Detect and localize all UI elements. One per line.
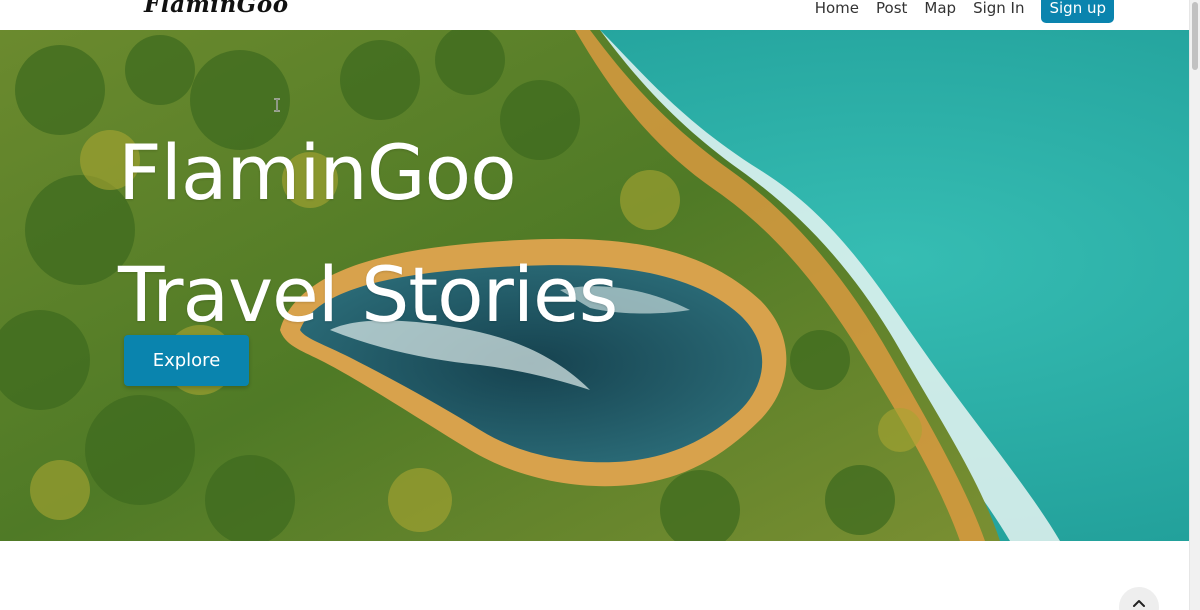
- chevron-up-icon: [1133, 600, 1145, 607]
- hero-title-line-1: FlaminGoo: [118, 128, 517, 217]
- back-to-top-button[interactable]: [1119, 587, 1159, 610]
- nav-link-post[interactable]: Post: [876, 0, 907, 17]
- nav-link-sign-in[interactable]: Sign In: [973, 0, 1024, 17]
- site-logo[interactable]: FlaminGoo: [144, 0, 289, 18]
- navbar: FlaminGoo Home Post Map Sign In Sign up: [0, 0, 1190, 30]
- nav-links: Home Post Map Sign In Sign up: [815, 0, 1114, 23]
- sign-up-button[interactable]: Sign up: [1041, 0, 1114, 23]
- page: FlaminGoo Home Post Map Sign In Sign up: [0, 0, 1200, 610]
- text-cursor-icon: [274, 98, 280, 112]
- nav-link-home[interactable]: Home: [815, 0, 859, 17]
- scrollbar-thumb[interactable]: [1192, 2, 1198, 70]
- hero-section: FlaminGoo Travel Stories Explore: [0, 30, 1190, 541]
- nav-link-map[interactable]: Map: [924, 0, 956, 17]
- explore-button[interactable]: Explore: [124, 335, 249, 386]
- page-scrollbar[interactable]: [1189, 0, 1200, 610]
- hero-title: FlaminGoo Travel Stories: [118, 112, 618, 355]
